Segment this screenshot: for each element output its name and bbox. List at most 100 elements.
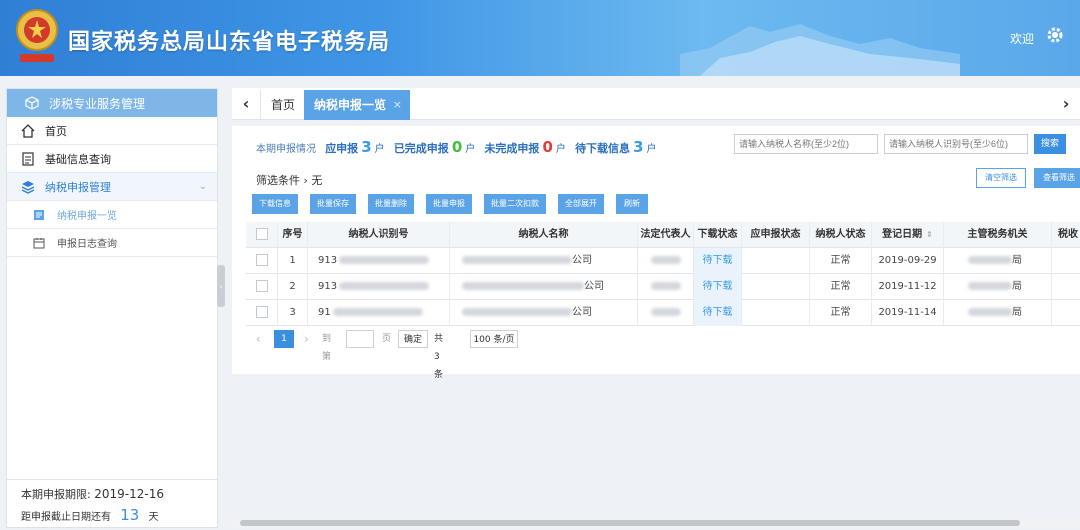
row-no: 1 [278, 248, 308, 274]
summary-prefix: 本期申报情况 [256, 144, 316, 155]
tab-home[interactable]: 首页 [260, 90, 305, 120]
clear-filter-button[interactable]: 清空筛选 [976, 168, 1026, 188]
col-header-declare-status: 应申报状态 [742, 222, 810, 248]
taxpayer-id: 913 [318, 255, 338, 266]
redacted-name [462, 282, 584, 290]
declare-status [742, 248, 810, 274]
search-button[interactable]: 搜索 [1034, 134, 1066, 154]
col-header-taxpayer-name: 纳税人名称 [450, 222, 638, 248]
taxpayer-name-input[interactable] [734, 134, 878, 154]
top-header: 国家税务总局山东省电子税务局 欢迎 [0, 0, 1080, 76]
expand-all-button[interactable]: 全部展开 [558, 194, 604, 214]
col-header-taxpayer-status: 纳税人状态 [810, 222, 872, 248]
taxpayer-id-input[interactable] [884, 134, 1028, 154]
horizontal-scrollbar[interactable] [232, 518, 1080, 528]
unit-label: 户 [465, 144, 476, 155]
close-icon[interactable]: × [393, 90, 402, 120]
reg-date: 2019-11-14 [872, 300, 944, 326]
taxpayer-status: 正常 [810, 300, 872, 326]
redacted-id [339, 256, 430, 264]
document-icon [22, 151, 34, 166]
sidebar-section-title[interactable]: 涉税专业服务管理 [7, 89, 217, 117]
declaration-table: 序号 纳税人识别号 纳税人名称 法定代表人 下载状态 应申报状态 纳税人状态 登… [246, 222, 1080, 326]
filter-conditions: 筛选条件 › 无 [256, 174, 323, 187]
site-title: 国家税务总局山东省电子税务局 [68, 30, 391, 55]
select-all-checkbox[interactable] [255, 228, 268, 240]
goto-page-input[interactable] [346, 330, 374, 348]
tax-office: 局 [1012, 281, 1022, 292]
next-page-icon[interactable]: › [304, 330, 309, 348]
tab-label: 纳税申报一览 [314, 98, 387, 112]
row-checkbox[interactable] [255, 306, 268, 318]
refresh-button[interactable]: 刷新 [616, 194, 648, 214]
calendar-icon [33, 237, 45, 248]
prev-page-icon[interactable]: ‹ [256, 330, 261, 348]
col-header-reg-date[interactable]: 登记日期 ⇕ [872, 222, 944, 248]
done-label: 已完成申报 [393, 142, 449, 155]
redacted-legal-rep [650, 282, 681, 290]
download-info-button[interactable]: 下载信息 [252, 194, 298, 214]
sidebar-section-label: 涉税专业服务管理 [49, 96, 146, 111]
table-header: 序号 纳税人识别号 纳税人名称 法定代表人 下载状态 应申报状态 纳税人状态 登… [246, 222, 1080, 248]
redacted-legal-rep [650, 308, 681, 316]
sidebar-item-label: 纳税申报管理 [45, 180, 111, 194]
sidebar-item-basic-info[interactable]: 基础信息查询 [7, 145, 217, 173]
taxpayer-id: 91 [318, 307, 331, 318]
col-header-tax: 税收 [1058, 229, 1078, 240]
tab-scroll-right-icon[interactable]: › [1056, 94, 1076, 114]
row-no: 3 [278, 300, 308, 326]
redacted-legal-rep [650, 256, 681, 264]
undone-count: 0 [542, 138, 553, 156]
gear-icon[interactable] [1046, 26, 1064, 44]
sidebar-item-label: 基础信息查询 [45, 152, 111, 166]
tab-scroll-left-icon[interactable]: ‹ [236, 94, 256, 114]
row-checkbox[interactable] [255, 254, 268, 266]
declare-status [742, 274, 810, 300]
taxpayer-status: 正常 [810, 274, 872, 300]
unit-label: 户 [555, 144, 566, 155]
download-status-link[interactable]: 待下载 [694, 248, 742, 274]
redacted-name [462, 308, 572, 316]
batch-second-deduct-button[interactable]: 批量二次扣款 [484, 194, 546, 214]
goto-confirm-button[interactable]: 确定 [398, 330, 428, 348]
sidebar: 涉税专业服务管理 首页 基础信息查询 纳税申报管理 ⌄ 纳税申报一览 申报日志查… [6, 88, 218, 528]
page-number-current[interactable]: 1 [274, 330, 294, 348]
view-filter-button[interactable]: 查看筛选 [1034, 168, 1080, 188]
file-icon [34, 209, 44, 220]
scrollbar-thumb[interactable] [240, 520, 1020, 526]
sidebar-subitem-log-query[interactable]: 申报日志查询 [7, 229, 217, 257]
col-header-taxpayer-id: 纳税人识别号 [308, 222, 450, 248]
batch-delete-button[interactable]: 批量删除 [368, 194, 414, 214]
taxpayer-name: 公司 [584, 281, 604, 292]
sidebar-item-label: 首页 [45, 124, 67, 138]
pending-label: 待下载信息 [575, 142, 631, 155]
table-row[interactable]: 2 913 公司 待下载 正常 2019-11-12 局 [246, 274, 1080, 300]
page-size-select[interactable]: 100 条/页 [470, 330, 518, 348]
taxpayer-name: 公司 [572, 307, 592, 318]
table-row[interactable]: 3 91 公司 待下载 正常 2019-11-14 局 [246, 300, 1080, 326]
sidebar-subitem-declaration-list[interactable]: 纳税申报一览 [7, 201, 217, 229]
sort-icon[interactable]: ⇕ [926, 230, 933, 239]
should-label: 应申报 [325, 142, 359, 155]
download-status-link[interactable]: 待下载 [694, 300, 742, 326]
sidebar-collapse-handle[interactable]: ‹ [217, 265, 225, 307]
sidebar-item-home[interactable]: 首页 [7, 117, 217, 145]
great-wall-graphic [680, 24, 960, 76]
taxpayer-id: 913 [318, 281, 338, 292]
tab-declaration-list[interactable]: 纳税申报一览 × [304, 90, 411, 120]
download-status-link[interactable]: 待下载 [694, 274, 742, 300]
total-count: 共 3 条 [434, 334, 444, 380]
batch-declare-button[interactable]: 批量申报 [426, 194, 472, 214]
sidebar-item-tax-declaration[interactable]: 纳税申报管理 ⌄ [7, 173, 217, 201]
main-content: 本期申报情况 应申报3户 已完成申报0户 未完成申报0户 待下载信息3户 搜索 … [232, 126, 1080, 380]
row-checkbox[interactable] [255, 280, 268, 292]
undone-label: 未完成申报 [484, 142, 540, 155]
remaining-suffix: 天 [148, 512, 159, 523]
remaining-prefix: 距申报截止日期还有 [21, 512, 111, 523]
redacted-id [339, 282, 430, 290]
batch-save-button[interactable]: 批量保存 [310, 194, 356, 214]
table-row[interactable]: 1 913 公司 待下载 正常 2019-09-29 局 [246, 248, 1080, 274]
taxpayer-name: 公司 [572, 255, 592, 266]
layers-icon [21, 180, 35, 194]
tax-office: 局 [1012, 307, 1022, 318]
